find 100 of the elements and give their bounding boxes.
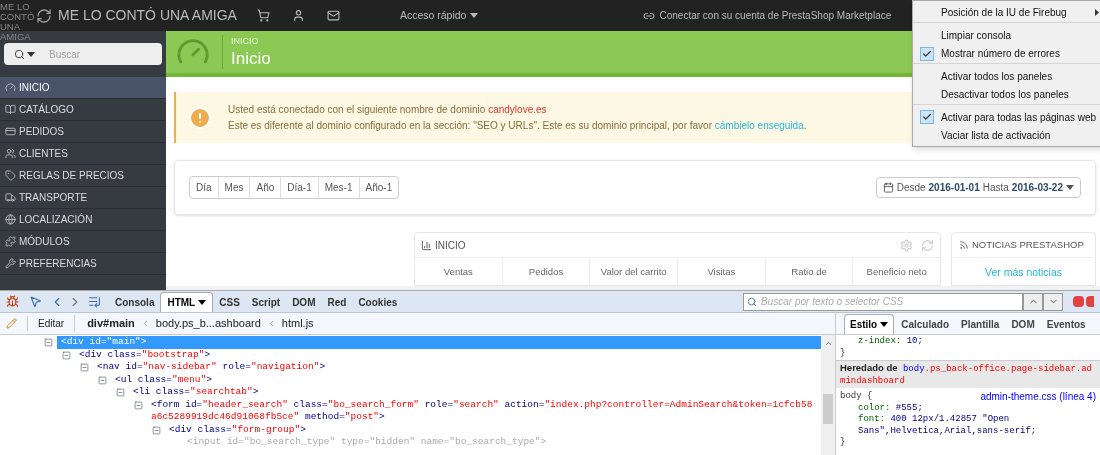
- collapse-icon[interactable]: [62, 350, 71, 360]
- sidebar-item[interactable]: MÓDULOS: [0, 231, 166, 253]
- collapse-icon[interactable]: [116, 388, 125, 397]
- calendar-icon: [882, 182, 894, 193]
- side-panel-tab[interactable]: Eventos: [1041, 314, 1091, 334]
- period-button[interactable]: Mes-1: [318, 177, 360, 198]
- column-header: Valor del carrito: [590, 258, 678, 285]
- period-button[interactable]: Día: [190, 177, 219, 198]
- side-panel-tab[interactable]: Estilo: [844, 314, 895, 334]
- sidebar-item[interactable]: INICIO: [0, 77, 166, 99]
- collapse-icon[interactable]: [98, 375, 107, 385]
- side-panel-tab[interactable]: Plantilla: [956, 314, 1005, 334]
- side-panel-tab[interactable]: Calculado: [896, 314, 955, 334]
- panel-tab[interactable]: Cookies: [352, 292, 404, 312]
- html-node[interactable]: <div class="form-group">: [165, 423, 310, 436]
- scrollbar[interactable]: [821, 335, 835, 455]
- menu-item[interactable]: Desactivar todos los paneles: [913, 85, 1100, 105]
- pencil-icon[interactable]: [6, 318, 17, 329]
- minimize-icon[interactable]: [1073, 296, 1084, 307]
- period-button[interactable]: Año-1: [359, 177, 399, 198]
- puzzle-icon: [5, 236, 16, 247]
- panel-tab[interactable]: Red: [321, 292, 353, 312]
- html-node[interactable]: <form id="header_search" class="bo_search_form" role="search" action="index.php?controller=AdminSearch&token=1cfcb58a6c5289919dc46d91068fb5ce" method="post">: [147, 398, 821, 424]
- rss-icon: [959, 240, 969, 250]
- menu-item[interactable]: Activar todos los paneles: [913, 67, 1100, 85]
- period-button[interactable]: Año: [250, 177, 282, 198]
- collapse-icon[interactable]: [152, 425, 161, 435]
- sidebar-item[interactable]: CATÁLOGO: [0, 99, 166, 121]
- collapse-icon[interactable]: [44, 338, 53, 347]
- period-button[interactable]: Día-1: [281, 177, 319, 198]
- html-node[interactable]: <li class="searchtab">: [129, 386, 263, 399]
- search-field[interactable]: Buscar por texto o selector CSS: [743, 292, 1023, 311]
- collapse-icon[interactable]: [134, 400, 143, 410]
- breadcrumb-item[interactable]: div#main: [87, 315, 135, 332]
- sidebar-item[interactable]: CLIENTES: [0, 143, 166, 165]
- bug-icon[interactable]: [6, 295, 19, 308]
- menu-item[interactable]: Mostrar número de errores: [913, 44, 1100, 64]
- html-node[interactable]: <div class="bootstrap">: [75, 348, 215, 361]
- css-brace: }: [839, 347, 847, 359]
- submenu-arrow-icon: [1095, 9, 1099, 16]
- date-range-picker[interactable]: Desde 2016-01-01 Hasta 2016-03-22: [875, 177, 1081, 198]
- side-panel-tab[interactable]: DOM: [1006, 314, 1040, 334]
- sidebar-item[interactable]: REGLAS DE PRECIOS: [0, 165, 166, 187]
- panel-tab[interactable]: HTML: [160, 292, 214, 312]
- command-line-icon[interactable]: [88, 295, 101, 308]
- menu-item[interactable]: Vaciar lista de activación: [913, 126, 1100, 144]
- search-input[interactable]: Buscar: [49, 46, 149, 62]
- html-node[interactable]: <nav id="nav-sidebar" role="navigation">: [93, 361, 330, 374]
- css-property[interactable]: z-index: 10;: [836, 336, 1100, 348]
- panel-title: NOTICIAS PRESTASHOP: [972, 237, 1084, 252]
- css-property[interactable]: color: #555;: [836, 402, 1100, 414]
- previous-match-button[interactable]: [1023, 292, 1043, 311]
- close-icon[interactable]: [1086, 296, 1094, 307]
- logo-icon: [36, 7, 52, 24]
- sidebar-item[interactable]: PREFERENCIAS: [0, 253, 166, 275]
- search-input[interactable]: Buscar por texto o selector CSS: [761, 294, 1011, 309]
- cart-icon[interactable]: [256, 9, 270, 22]
- panel-title: INICIO: [435, 238, 466, 253]
- caret-icon: [880, 322, 889, 327]
- panel-tab[interactable]: Script: [245, 292, 287, 312]
- menu-item[interactable]: Activar para todas las páginas web: [913, 108, 1100, 126]
- panel-tab[interactable]: CSS: [213, 292, 246, 312]
- shop-name[interactable]: ME LO CONTÓ UNA AMIGA: [58, 5, 237, 26]
- stylesheet-link[interactable]: admin-theme.css (línea 4): [980, 391, 1096, 403]
- next-match-button[interactable]: [1043, 292, 1063, 311]
- search-icon: [747, 296, 757, 307]
- quick-access-menu[interactable]: Acceso rápido: [399, 7, 479, 24]
- alert-line: Este es diferente al dominio configurado en la sección: "SEO y URLs". Este es su dominio principal, por favor cámbielo enseguida.: [228, 118, 807, 133]
- menu-item[interactable]: Posición de la IU de Firebug: [913, 3, 1100, 23]
- html-node[interactable]: <ul class="menu">: [111, 373, 216, 386]
- refresh-icon[interactable]: [921, 238, 934, 252]
- sidebar-item[interactable]: PEDIDOS: [0, 121, 166, 143]
- menu-item[interactable]: Limpiar consola: [913, 26, 1100, 44]
- caret-icon: [470, 13, 479, 18]
- sidebar-item[interactable]: TRANSPORTE: [0, 187, 166, 209]
- marketplace-link[interactable]: Conectar con su cuenta de PrestaShop Marketplace: [643, 8, 892, 23]
- edit-button[interactable]: Editar: [27, 316, 65, 331]
- chart-icon: [421, 239, 432, 251]
- settings-icon[interactable]: [900, 238, 913, 252]
- breadcrumb-item[interactable]: html.js: [281, 315, 314, 332]
- scrollbar-thumb[interactable]: [823, 394, 833, 424]
- inspect-icon[interactable]: [29, 295, 42, 308]
- breadcrumb-item[interactable]: body.ps_b...ashboard: [155, 315, 261, 332]
- period-button[interactable]: Mes: [218, 177, 251, 198]
- mail-icon[interactable]: [326, 9, 340, 22]
- user-icon[interactable]: [291, 9, 305, 22]
- inherited-header: Heredado de body.ps_back-office.page-sidebar.admindashboard: [836, 360, 1100, 388]
- sidebar-item[interactable]: LOCALIZACIÓN: [0, 209, 166, 231]
- caret-icon: [1066, 185, 1074, 190]
- truck-icon: [5, 192, 16, 203]
- search-icon: [14, 48, 25, 60]
- panel-tab[interactable]: Consola: [109, 292, 161, 312]
- collapse-icon[interactable]: [80, 363, 89, 372]
- css-property[interactable]: font: 400 12px/1.42857 "Open Sans",Helvetica,Arial,sans-serif;: [836, 414, 1100, 437]
- panel-tab[interactable]: DOM: [286, 292, 322, 312]
- column-header: Visitas: [678, 258, 766, 285]
- gauge-icon: [5, 82, 16, 93]
- scroll-up-icon[interactable]: [823, 339, 833, 348]
- page-title: Inicio: [231, 48, 271, 69]
- search-field[interactable]: Buscar: [4, 43, 162, 65]
